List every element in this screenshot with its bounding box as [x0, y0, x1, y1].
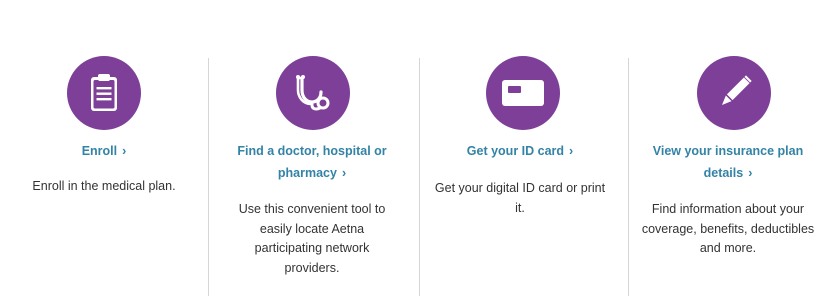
feature-card-find-doctor: Find a doctor, hospital or pharmacy › Use…	[208, 0, 416, 299]
find-doctor-icon-circle[interactable]	[276, 56, 350, 130]
id-card-link-label[interactable]: Get your ID card	[467, 144, 564, 158]
chevron-right-icon[interactable]: ›	[748, 166, 752, 180]
id-card-icon	[502, 80, 544, 106]
feature-card-id-card: Get your ID card › Get your digital ID ca…	[416, 0, 624, 299]
clipboard-icon	[91, 74, 117, 111]
id-card-icon-circle[interactable]	[486, 56, 560, 130]
plan-details-icon-circle[interactable]	[697, 56, 771, 130]
chevron-right-icon[interactable]: ›	[122, 144, 126, 158]
enroll-description: Enroll in the medical plan.	[32, 179, 176, 193]
find-doctor-link-label[interactable]: Find a doctor, hospital or pharmacy	[237, 144, 386, 180]
feature-row: Enroll › Enroll in the medical plan. Find…	[0, 0, 831, 299]
plan-details-link-label[interactable]: View your insurance plan details	[653, 144, 804, 180]
enroll-link[interactable]: Enroll ›	[0, 140, 208, 162]
id-card-description: Get your digital ID card or print it.	[434, 181, 606, 215]
enroll-icon-circle[interactable]	[67, 56, 141, 130]
stethoscope-icon	[296, 75, 330, 111]
enroll-link-label[interactable]: Enroll	[82, 144, 117, 158]
chevron-right-icon[interactable]: ›	[569, 144, 573, 158]
plan-details-link[interactable]: View your insurance plan details ›	[624, 140, 831, 184]
chevron-right-icon[interactable]: ›	[342, 166, 346, 180]
id-card-link[interactable]: Get your ID card ›	[416, 140, 624, 162]
feature-card-enroll: Enroll › Enroll in the medical plan.	[0, 0, 208, 299]
plan-details-description: Find information about your coverage, be…	[641, 202, 815, 255]
pencil-icon	[721, 75, 752, 106]
find-doctor-description: Use this convenient tool to easily locat…	[238, 202, 386, 275]
feature-card-plan-details: View your insurance plan details › Find i…	[624, 0, 831, 299]
find-doctor-link[interactable]: Find a doctor, hospital or pharmacy ›	[208, 140, 416, 184]
